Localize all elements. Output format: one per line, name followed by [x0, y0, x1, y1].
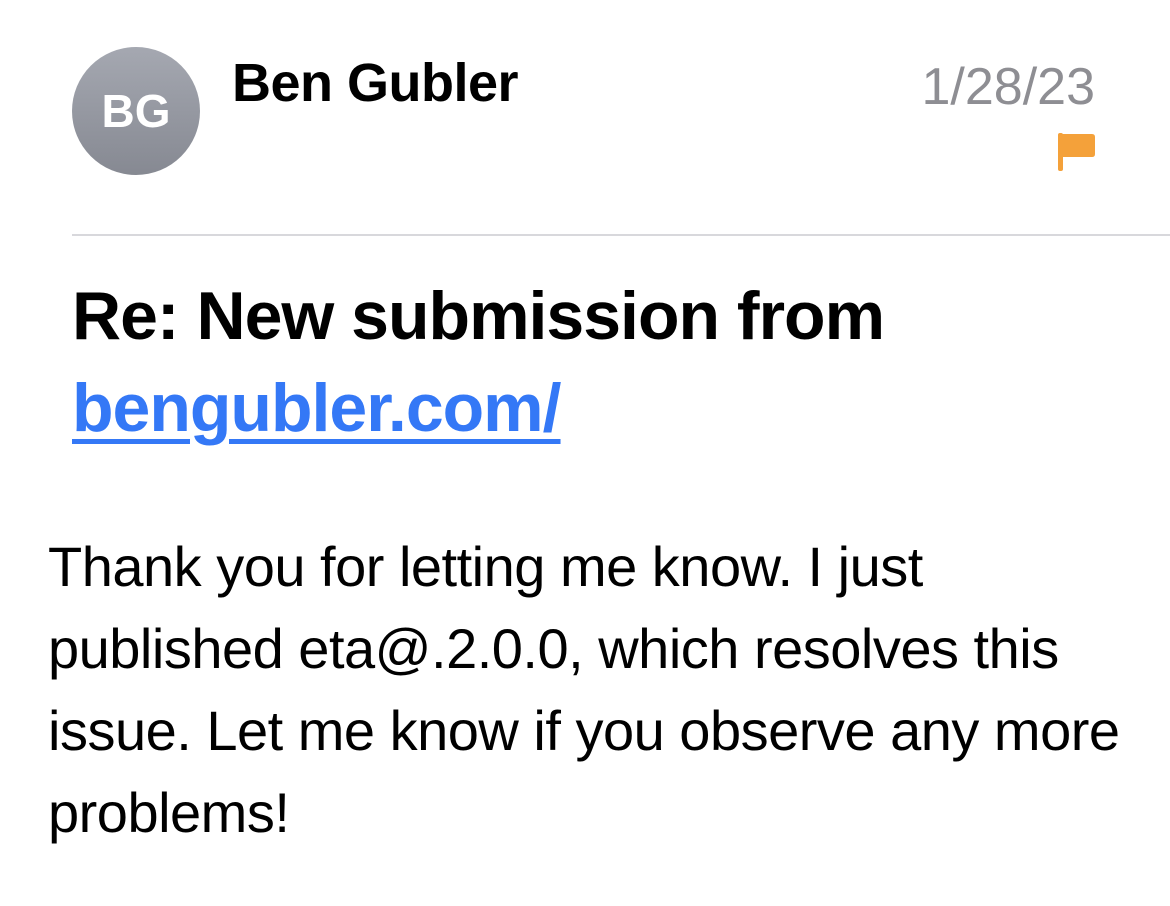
avatar-initials: BG [101, 85, 171, 137]
subject-prefix: Re: New submission from [72, 278, 885, 354]
message-subject: Re: New submission from bengubler.com/ [72, 270, 1132, 454]
sender-name[interactable]: Ben Gubler [232, 50, 519, 116]
message-date: 1/28/23 [921, 58, 1096, 116]
message-body: Thank you for letting me know. I just pu… [48, 535, 1120, 844]
header-divider [72, 234, 1170, 236]
avatar[interactable]: BG [72, 47, 200, 175]
flag-icon[interactable] [1058, 133, 1095, 171]
subject-link[interactable]: bengubler.com/ [72, 370, 562, 446]
